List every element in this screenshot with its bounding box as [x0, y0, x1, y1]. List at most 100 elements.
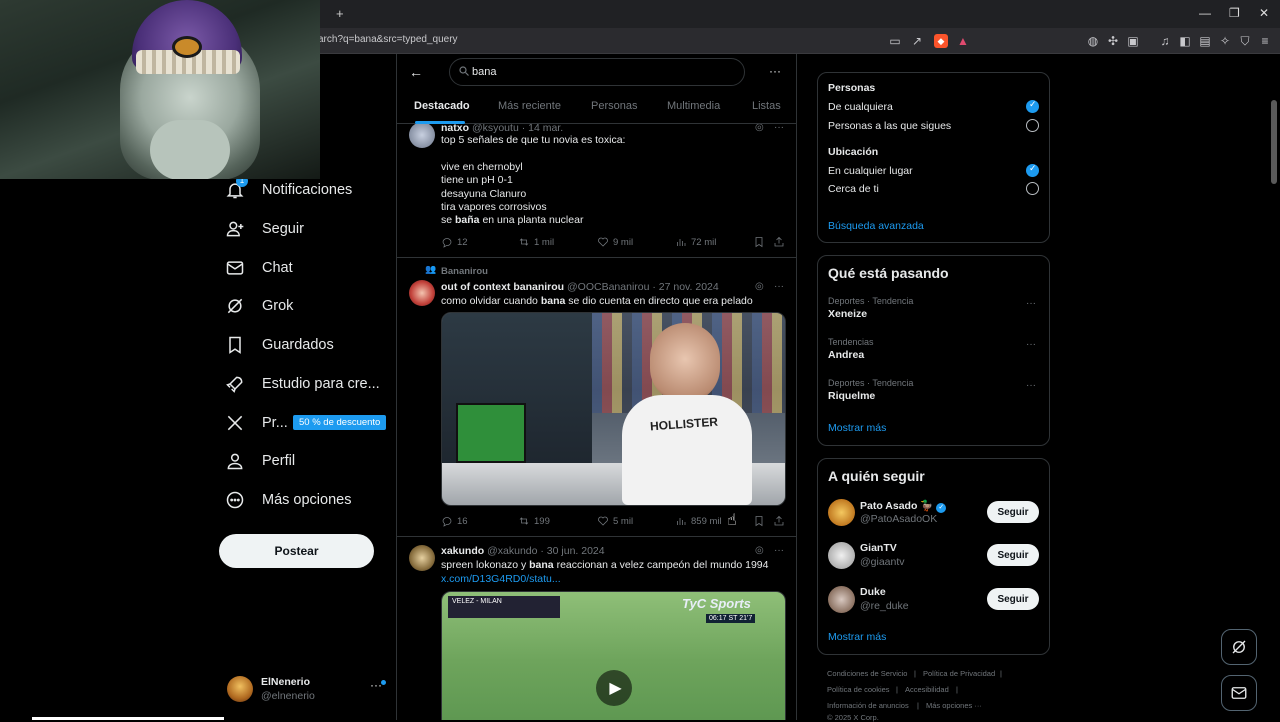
community-label[interactable]: Bananirou [441, 266, 488, 277]
repost-button[interactable]: 199 [518, 515, 550, 527]
tab-personas[interactable]: Personas [591, 100, 637, 112]
tweet[interactable]: xakundo @xakundo · 30 jun. 2024 ◎ ··· sp… [397, 537, 796, 720]
tweet-author[interactable]: xakundo [441, 545, 484, 557]
more-icon[interactable]: ··· [774, 281, 784, 292]
more-icon[interactable]: ··· [1026, 298, 1036, 309]
sidebar-item-premium[interactable]: Pr... [224, 408, 288, 438]
messages-floating-button[interactable] [1221, 675, 1257, 711]
sidebar-item-more-options[interactable]: Más opciones [224, 485, 351, 515]
like-button[interactable]: 9 mil [597, 236, 633, 248]
tab-multimedia[interactable]: Multimedia [667, 100, 720, 112]
follow-button[interactable]: Seguir [987, 544, 1039, 566]
follow-button[interactable]: Seguir [987, 588, 1039, 610]
trend-name[interactable]: Andrea [828, 349, 864, 361]
premium-discount-badge[interactable]: 50 % de descuento [293, 415, 387, 430]
radio-any-person[interactable] [1026, 99, 1039, 113]
grok-icon[interactable]: ◎ [755, 281, 764, 292]
extensions-icon[interactable]: ✣ [1106, 34, 1120, 48]
footer-link[interactable]: Política de Privacidad [923, 669, 995, 678]
play-button[interactable]: ▶ [596, 670, 632, 706]
footer-link[interactable]: Información de anuncios [827, 701, 909, 710]
more-icon[interactable]: ··· [1026, 339, 1036, 350]
advanced-search-link[interactable]: Búsqueda avanzada [828, 220, 924, 232]
tab-mas-reciente[interactable]: Más reciente [498, 100, 561, 112]
footer-link[interactable]: Más opciones ··· [926, 701, 982, 710]
post-button[interactable]: Postear [219, 534, 374, 568]
filter-option-label[interactable]: Personas a las que sigues [828, 120, 951, 132]
tweet-link[interactable]: x.com/D13G4RD0/statu... [441, 573, 786, 586]
bookmark-button[interactable] [753, 236, 765, 248]
brave-shield-icon[interactable]: ◆ [934, 34, 948, 48]
suggested-user-name[interactable]: Duke [860, 586, 886, 598]
sidebar-item-creator-studio[interactable]: Estudio para cre... [224, 369, 380, 399]
shield-icon[interactable]: ⛉ [1238, 34, 1252, 48]
footer-link[interactable]: Accesibilidad [905, 685, 949, 694]
back-arrow-icon[interactable]: ← [409, 64, 423, 80]
share-button[interactable] [773, 515, 785, 527]
more-icon[interactable]: ··· [370, 678, 382, 692]
grok-icon[interactable]: ◎ [755, 545, 764, 556]
sidebar-item-grok[interactable]: Grok [224, 291, 293, 321]
page-scrollbar[interactable] [1271, 100, 1277, 184]
maximize-button[interactable]: ❐ [1229, 6, 1240, 20]
tab-destacado[interactable]: Destacado [414, 100, 470, 112]
more-icon[interactable]: ··· [1026, 380, 1036, 391]
tab-listas[interactable]: Listas [752, 100, 781, 112]
minimize-button[interactable]: — [1199, 6, 1211, 20]
filter-option-label[interactable]: En cualquier lugar [828, 165, 913, 177]
filter-option-label[interactable]: Cerca de ti [828, 183, 879, 195]
radio-people-you-follow[interactable] [1026, 119, 1039, 132]
reply-button[interactable]: 12 [441, 236, 468, 248]
tweet-image[interactable]: HOLLISTER [441, 312, 786, 506]
leo-ai-icon[interactable]: ✧ [1218, 34, 1232, 48]
sidebar-icon[interactable]: ◧ [1178, 34, 1192, 48]
tweet[interactable]: natxo @ksyoutu · 14 mar. ◎ ··· top 5 señ… [397, 114, 796, 258]
like-button[interactable]: 5 mil [597, 515, 633, 527]
suggested-user-name[interactable]: Pato Asado 🦆 ✓ [860, 499, 947, 513]
avatar[interactable] [828, 542, 855, 569]
tweet-author[interactable]: out of context bananirou [441, 281, 564, 293]
show-more-follow-link[interactable]: Mostrar más [828, 631, 886, 643]
share-icon[interactable]: ↗ [910, 34, 924, 48]
filter-option-label[interactable]: De cualquiera [828, 101, 893, 113]
radio-anywhere[interactable] [1026, 163, 1039, 177]
suggested-user-name[interactable]: GianTV [860, 542, 897, 554]
sidebar-item-follow[interactable]: Seguir [224, 214, 304, 244]
screenshot-icon[interactable]: ▣ [1126, 34, 1140, 48]
cast-icon[interactable]: ▭ [888, 34, 902, 48]
views-button[interactable]: 859 mil [675, 515, 722, 527]
show-more-trends-link[interactable]: Mostrar más [828, 422, 886, 434]
brave-rewards-icon[interactable]: ▲ [956, 34, 970, 48]
sidebar-item-chat[interactable]: Chat [224, 253, 293, 283]
radio-near-you[interactable] [1026, 182, 1039, 195]
footer-link[interactable]: Condiciones de Servicio [827, 669, 907, 678]
sidebar-item-profile[interactable]: Perfil [224, 446, 295, 476]
search-input[interactable] [472, 63, 732, 81]
sidebar-item-notifications[interactable]: 1 Notificaciones [224, 175, 352, 205]
views-button[interactable]: 72 mil [675, 236, 716, 248]
share-button[interactable] [773, 236, 785, 248]
tweet[interactable]: 👥 Bananirou out of context bananirou @OO… [397, 258, 796, 537]
sidebar-item-bookmarks[interactable]: Guardados [224, 330, 334, 360]
grok-floating-button[interactable] [1221, 629, 1257, 665]
trend-name[interactable]: Riquelme [828, 390, 875, 402]
reply-button[interactable]: 16 [441, 515, 468, 527]
avatar[interactable] [828, 586, 855, 613]
more-icon[interactable]: ··· [769, 64, 781, 78]
close-window-button[interactable]: ✕ [1259, 6, 1269, 20]
tweet-video[interactable]: VELEZ - MILAN TyC Sports 06:17 ST 21'7 ▶ [441, 591, 786, 720]
account-switcher[interactable]: ElNenerio @elnenerio ··· [224, 672, 388, 706]
repost-button[interactable]: 1 mil [518, 236, 554, 248]
bookmark-button[interactable] [753, 515, 765, 527]
search-box[interactable] [449, 58, 745, 86]
menu-icon[interactable]: ≡ [1258, 34, 1272, 48]
url-text[interactable]: arch?q=bana&src=typed_query [318, 34, 458, 45]
wallet-icon[interactable]: ▤ [1198, 34, 1212, 48]
trend-name[interactable]: Xeneize [828, 308, 867, 320]
follow-button[interactable]: Seguir [987, 501, 1039, 523]
media-icon[interactable]: ♫ [1158, 34, 1172, 48]
avatar[interactable] [828, 499, 855, 526]
footer-link[interactable]: Política de cookies [827, 685, 890, 694]
new-tab-button[interactable]: + [336, 6, 344, 21]
more-icon[interactable]: ··· [774, 545, 784, 556]
